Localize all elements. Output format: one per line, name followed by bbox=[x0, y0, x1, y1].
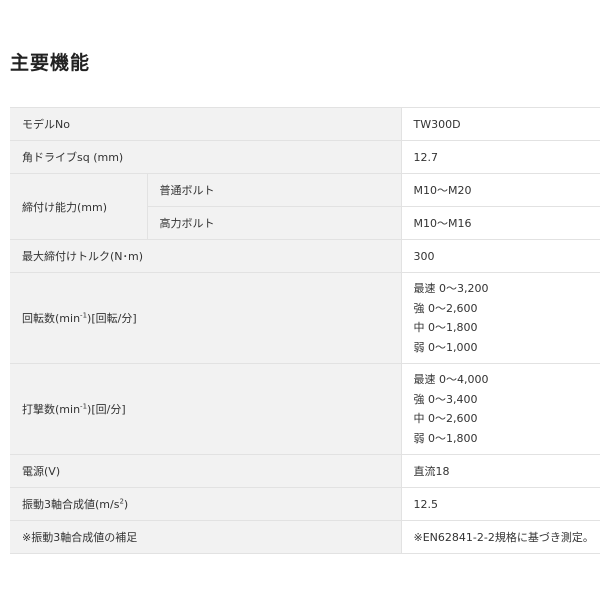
row-sublabel: 高力ボルト bbox=[146, 206, 401, 240]
label-superscript: -1 bbox=[80, 402, 88, 411]
label-text: 回転数(min bbox=[22, 312, 81, 325]
row-vibration: 振動3軸合成値(m/s2) 12.5 bbox=[10, 487, 600, 521]
label-superscript: -1 bbox=[80, 311, 88, 320]
row-value: M10～M16 bbox=[400, 206, 600, 240]
row-capacity-regular: 締付け能力(mm) 普通ボルト M10～M20 bbox=[10, 173, 600, 240]
value-line: 最速 0～3,200 bbox=[413, 282, 489, 295]
row-value: 最速 0～3,200 強 0～2,600 中 0～1,800 弱 0～1,000 bbox=[400, 272, 600, 364]
row-value: 12.5 bbox=[400, 487, 600, 521]
value-line: 弱 0～1,800 bbox=[413, 431, 478, 445]
row-label: ※振動3軸合成値の補足 bbox=[10, 520, 401, 554]
spec-page: 主要機能 モデルNo TW300D 角ドライブsq (mm) 12.7 締付け能… bbox=[0, 0, 600, 600]
row-torque: 最大締付けトルク(N･m) 300 bbox=[10, 239, 600, 273]
value-line: 強 0～3,400 bbox=[413, 392, 478, 406]
value-line: 中 0～1,800 bbox=[413, 321, 478, 334]
label-text: )[回/分] bbox=[87, 403, 126, 416]
row-label: 回転数(min-1)[回転/分] bbox=[10, 272, 401, 364]
row-drive: 角ドライブsq (mm) 12.7 bbox=[10, 140, 600, 174]
row-value: TW300D bbox=[400, 107, 600, 141]
row-label: 締付け能力(mm) bbox=[10, 173, 147, 240]
row-label: 振動3軸合成値(m/s2) bbox=[10, 487, 401, 521]
row-value: 最速 0～4,000 強 0～3,400 中 0～2,600 弱 0～1,800 bbox=[400, 363, 600, 455]
label-text: ) bbox=[123, 498, 129, 511]
value-line: 弱 0～1,000 bbox=[413, 340, 478, 354]
row-power: 電源(V) 直流18 bbox=[10, 454, 600, 488]
row-value: 直流18 bbox=[400, 454, 600, 488]
row-value: ※EN62841-2-2規格に基づき測定。 bbox=[400, 520, 600, 554]
row-label: 最大締付けトルク(N･m) bbox=[10, 239, 401, 273]
row-label: モデルNo bbox=[10, 107, 401, 141]
row-value: M10～M20 bbox=[400, 173, 600, 207]
row-ipm: 打撃数(min-1)[回/分] 最速 0～4,000 強 0～3,400 中 0… bbox=[10, 363, 600, 455]
spec-table: モデルNo TW300D 角ドライブsq (mm) 12.7 締付け能力(mm)… bbox=[10, 107, 600, 554]
row-label: 電源(V) bbox=[10, 454, 401, 488]
row-rpm: 回転数(min-1)[回転/分] 最速 0～3,200 強 0～2,600 中 … bbox=[10, 272, 600, 364]
label-text: 打撃数(min bbox=[22, 403, 81, 416]
value-line: 中 0～2,600 bbox=[413, 412, 478, 425]
label-text: )[回転/分] bbox=[87, 312, 137, 325]
row-value: 12.7 bbox=[400, 140, 600, 174]
row-value: 300 bbox=[400, 239, 600, 273]
value-line: 最速 0～4,000 bbox=[413, 373, 489, 386]
row-label: 打撃数(min-1)[回/分] bbox=[10, 363, 401, 455]
row-model: モデルNo TW300D bbox=[10, 107, 600, 141]
section-title: 主要機能 bbox=[10, 52, 91, 74]
row-note: ※振動3軸合成値の補足 ※EN62841-2-2規格に基づき測定。 bbox=[10, 520, 600, 554]
label-text: 振動3軸合成値(m/s bbox=[22, 498, 120, 511]
row-label: 角ドライブsq (mm) bbox=[10, 140, 401, 174]
value-line: 強 0～2,600 bbox=[413, 301, 478, 315]
row-sublabel: 普通ボルト bbox=[146, 173, 401, 207]
